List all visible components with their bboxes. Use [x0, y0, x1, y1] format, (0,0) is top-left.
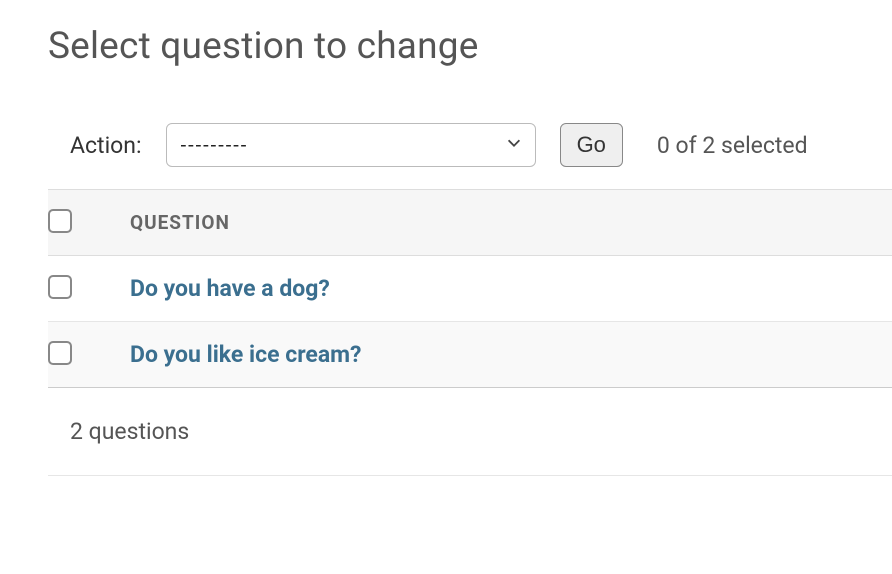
row-checkbox[interactable]	[48, 341, 72, 365]
action-label: Action:	[70, 132, 142, 159]
action-select[interactable]: ---------	[166, 123, 536, 167]
question-link[interactable]: Do you like ice cream?	[130, 341, 362, 368]
column-header-question[interactable]: Question	[130, 190, 892, 256]
row-count: 2 questions	[48, 388, 892, 476]
select-all-checkbox[interactable]	[48, 209, 72, 233]
question-table: Question Do you have a dog? Do you like …	[48, 189, 892, 388]
table-header-row: Question	[48, 190, 892, 256]
selection-count: 0 of 2 selected	[657, 132, 808, 159]
row-checkbox[interactable]	[48, 275, 72, 299]
table-row: Do you like ice cream?	[48, 322, 892, 388]
chevron-down-icon	[505, 134, 523, 156]
page-title: Select question to change	[48, 25, 892, 68]
action-bar: Action: --------- Go 0 of 2 selected	[48, 123, 892, 187]
go-button[interactable]: Go	[560, 123, 623, 167]
action-select-value: ---------	[181, 133, 249, 157]
table-row: Do you have a dog?	[48, 256, 892, 322]
question-link[interactable]: Do you have a dog?	[130, 275, 330, 302]
